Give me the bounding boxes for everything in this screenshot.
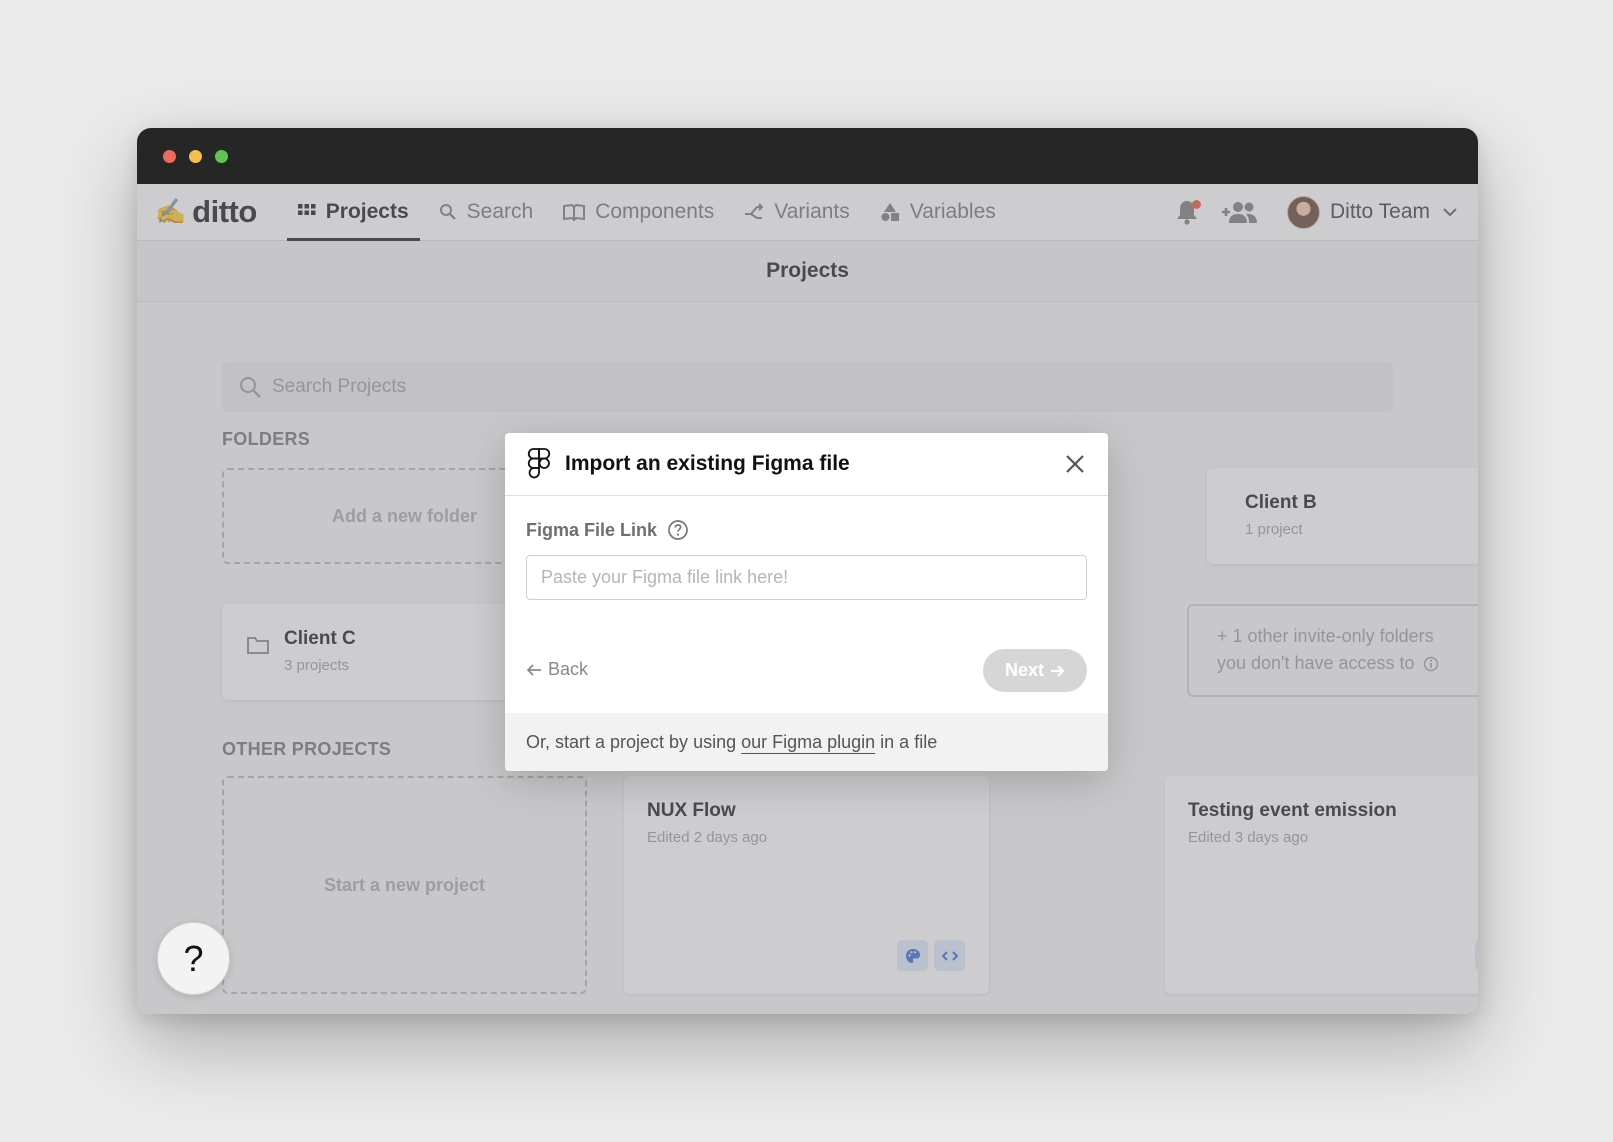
figma-icon <box>527 448 551 480</box>
back-button[interactable]: Back <box>526 659 588 680</box>
window-titlebar <box>137 128 1478 184</box>
window-minimize-button[interactable] <box>189 149 202 163</box>
next-label: Next <box>1004 660 1044 680</box>
next-button[interactable]: Next <box>983 649 1087 692</box>
close-icon[interactable] <box>1064 453 1086 475</box>
arrow-left-icon <box>526 663 542 677</box>
footer-prefix: Or, start a project by using <box>526 731 737 752</box>
help-button[interactable]: ? <box>157 922 230 995</box>
arrow-right-icon <box>1050 664 1065 678</box>
help-circle-icon[interactable] <box>667 519 689 541</box>
modal-title: Import an existing Figma file <box>565 452 850 475</box>
figma-link-input[interactable] <box>526 555 1087 600</box>
window-close-button[interactable] <box>163 149 176 163</box>
modal-footer: Or, start a project by using our Figma p… <box>505 713 1108 771</box>
import-figma-modal: Import an existing Figma file Figma File… <box>505 433 1108 771</box>
field-label-text: Figma File Link <box>526 519 658 540</box>
modal-header: Import an existing Figma file <box>505 433 1108 496</box>
back-label: Back <box>548 659 589 679</box>
footer-suffix: in a file <box>880 731 938 752</box>
figma-plugin-link[interactable]: our Figma plugin <box>741 732 875 753</box>
window-zoom-button[interactable] <box>215 149 228 163</box>
figma-link-field-label: Figma File Link <box>526 519 689 541</box>
